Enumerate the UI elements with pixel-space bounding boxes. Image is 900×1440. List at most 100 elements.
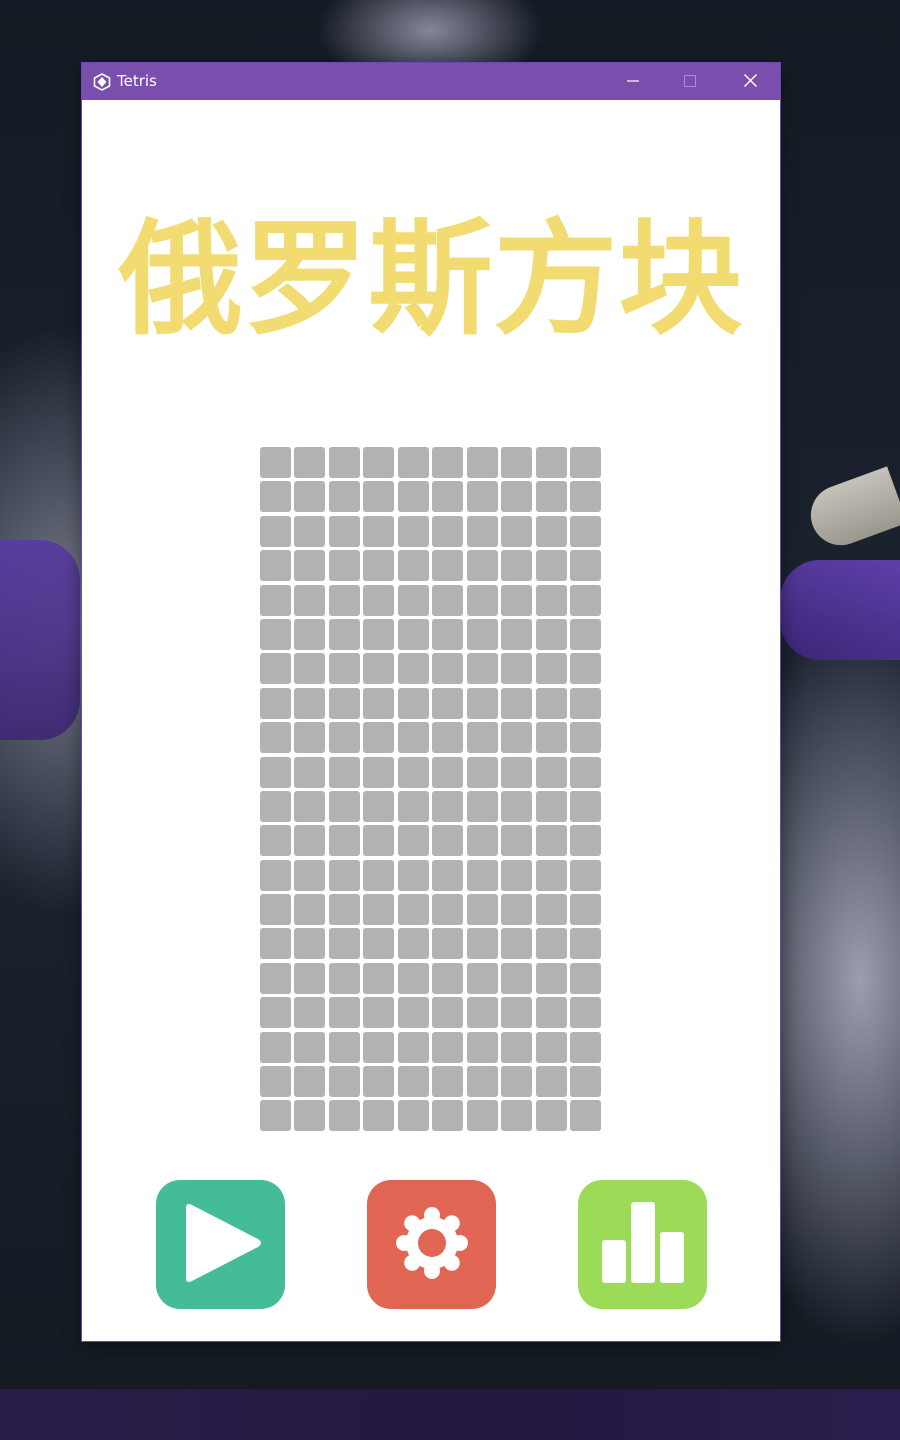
- board-cell: [569, 859, 601, 891]
- maximize-button[interactable]: [667, 63, 713, 100]
- board-cell: [328, 1031, 360, 1063]
- board-cell: [569, 447, 601, 478]
- board-cell: [501, 515, 533, 547]
- board-cell: [328, 825, 360, 857]
- unity-icon: [93, 73, 111, 91]
- board-cell: [260, 653, 291, 685]
- board-cell: [569, 515, 601, 547]
- board-cell: [466, 825, 498, 857]
- board-cell: [294, 1031, 326, 1063]
- board-cell: [397, 962, 429, 994]
- board-cell: [535, 962, 567, 994]
- board-cell: [294, 756, 326, 788]
- board-cell: [535, 584, 567, 616]
- board-cell: [363, 962, 395, 994]
- board-cell: [397, 584, 429, 616]
- board-cell: [466, 447, 498, 478]
- board-cell: [328, 722, 360, 754]
- board-cell: [535, 790, 567, 822]
- board-cell: [466, 515, 498, 547]
- board-cell: [397, 825, 429, 857]
- board-cell: [466, 1100, 498, 1132]
- wallpaper-hair-right: [802, 466, 900, 554]
- board-cell: [260, 859, 291, 891]
- board-cell: [569, 653, 601, 685]
- board-cell: [328, 859, 360, 891]
- stats-button[interactable]: [578, 1180, 707, 1309]
- board-cell: [569, 997, 601, 1029]
- close-icon: [743, 72, 757, 91]
- board-cell: [397, 859, 429, 891]
- board-cell: [466, 928, 498, 960]
- board-cell: [535, 653, 567, 685]
- board-cell: [260, 1031, 291, 1063]
- board-cell: [535, 447, 567, 478]
- board-cell: [363, 825, 395, 857]
- board-cell: [294, 962, 326, 994]
- board-cell: [363, 584, 395, 616]
- minimize-button[interactable]: [610, 63, 656, 100]
- settings-button[interactable]: [367, 1180, 496, 1309]
- maximize-icon: [684, 72, 696, 91]
- board-cell: [397, 515, 429, 547]
- board-cell: [363, 618, 395, 650]
- board-cell: [294, 722, 326, 754]
- board-cell: [397, 618, 429, 650]
- board-cell: [535, 997, 567, 1029]
- board-cell: [535, 550, 567, 582]
- board-cell: [432, 447, 464, 478]
- board-cell: [432, 859, 464, 891]
- board-cell: [569, 1100, 601, 1132]
- board-cell: [432, 825, 464, 857]
- board-cell: [260, 618, 291, 650]
- board-cell: [569, 1031, 601, 1063]
- board-cell: [501, 653, 533, 685]
- board-cell: [397, 550, 429, 582]
- board-cell: [569, 722, 601, 754]
- board-cell: [363, 722, 395, 754]
- board-cell: [535, 859, 567, 891]
- board-cell: [328, 653, 360, 685]
- board-cell: [501, 1066, 533, 1098]
- play-button[interactable]: [156, 1180, 285, 1309]
- board-cell: [569, 481, 601, 513]
- board-cell: [294, 825, 326, 857]
- board-cell: [501, 1100, 533, 1132]
- board-cell: [466, 618, 498, 650]
- window-titlebar[interactable]: Tetris: [82, 63, 780, 100]
- board-cell: [294, 550, 326, 582]
- board-cell: [501, 928, 533, 960]
- board-cell: [569, 928, 601, 960]
- close-button[interactable]: [727, 63, 773, 100]
- board-cell: [260, 894, 291, 926]
- board-cell: [397, 1031, 429, 1063]
- board-cell: [260, 584, 291, 616]
- board-cell: [363, 1066, 395, 1098]
- board-cell: [569, 825, 601, 857]
- board-cell: [569, 1066, 601, 1098]
- board-cell: [328, 790, 360, 822]
- board-cell: [535, 1100, 567, 1132]
- board-cell: [328, 550, 360, 582]
- board-cell: [569, 894, 601, 926]
- board-cell: [397, 447, 429, 478]
- game-title: 俄罗斯方块: [118, 208, 744, 352]
- minimize-icon: [627, 72, 639, 91]
- board-cell: [328, 515, 360, 547]
- board-cell: [501, 997, 533, 1029]
- board-cell: [363, 1031, 395, 1063]
- board-cell: [501, 962, 533, 994]
- board-cell: [569, 584, 601, 616]
- board-cell: [535, 618, 567, 650]
- board-cell: [328, 447, 360, 478]
- board-cell: [260, 756, 291, 788]
- board-cell: [328, 962, 360, 994]
- board-cell: [466, 584, 498, 616]
- board-cell: [501, 584, 533, 616]
- board-cell: [397, 1066, 429, 1098]
- board-cell: [363, 756, 395, 788]
- board-cell: [363, 481, 395, 513]
- board-cell: [535, 481, 567, 513]
- board-cell: [363, 894, 395, 926]
- board-cell: [535, 928, 567, 960]
